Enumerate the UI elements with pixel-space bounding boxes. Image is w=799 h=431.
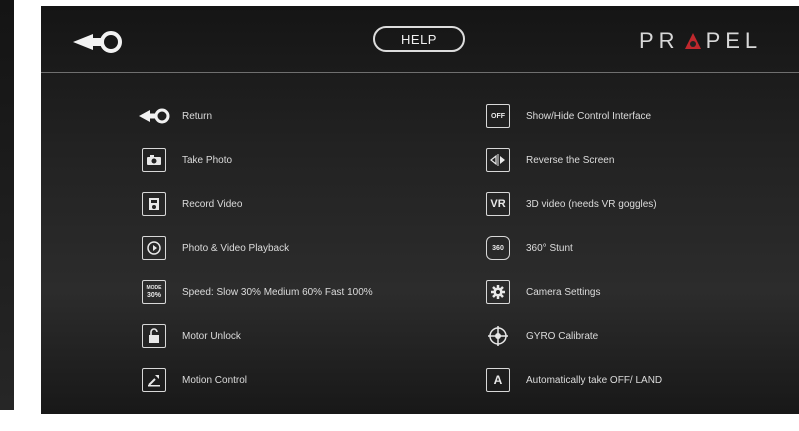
brand-text-start: PR bbox=[639, 28, 680, 53]
stunt-360-icon-text: 360 bbox=[492, 244, 504, 252]
legend-item-camera-settings[interactable]: Camera Settings bbox=[482, 270, 662, 314]
help-screen: HELP PR PEL Return Take Photo Record Vid… bbox=[41, 6, 799, 414]
vr-icon-wrap: VR bbox=[482, 191, 514, 217]
return-icon bbox=[73, 31, 122, 53]
legend-label: Take Photo bbox=[182, 154, 233, 166]
legend-item-motor-unlock[interactable]: Motor Unlock bbox=[138, 314, 373, 358]
reverse-screen-icon-wrap bbox=[482, 147, 514, 173]
legend-label: Show/Hide Control Interface bbox=[526, 110, 652, 122]
help-label: HELP bbox=[401, 31, 437, 47]
legend-label: Reverse the Screen bbox=[526, 154, 615, 166]
legend-label: Speed: Slow 30% Medium 60% Fast 100% bbox=[182, 286, 373, 298]
legend-label: 3D video (needs VR goggles) bbox=[526, 198, 657, 210]
return-icon bbox=[138, 103, 170, 129]
legend-item-speed[interactable]: MODE 30% Speed: Slow 30% Medium 60% Fast… bbox=[138, 270, 373, 314]
legend-label: 360° Stunt bbox=[526, 242, 573, 254]
record-video-icon bbox=[142, 192, 166, 216]
stunt-360-icon: 360 bbox=[486, 236, 510, 260]
right-legend-column: OFF Show/Hide Control Interface Reverse … bbox=[482, 94, 662, 402]
brand-emblem-icon bbox=[684, 33, 701, 49]
brand-logo: PR PEL bbox=[639, 28, 762, 54]
brand-text-end: PEL bbox=[705, 28, 763, 53]
record-video-icon-wrap bbox=[138, 191, 170, 217]
legend-label: Motor Unlock bbox=[182, 330, 241, 342]
camera-icon bbox=[142, 148, 166, 172]
gear-icon bbox=[486, 280, 510, 304]
legend-item-gyro[interactable]: GYRO Calibrate bbox=[482, 314, 662, 358]
legend-label: Return bbox=[182, 110, 213, 122]
camera-icon-wrap bbox=[138, 147, 170, 173]
off-icon-text: OFF bbox=[491, 112, 505, 120]
left-panel-edge bbox=[0, 0, 14, 410]
legend-item-reverse-screen[interactable]: Reverse the Screen bbox=[482, 138, 662, 182]
legend-item-360-stunt[interactable]: 360 360° Stunt bbox=[482, 226, 662, 270]
back-button[interactable] bbox=[71, 28, 131, 56]
legend-item-motion-control[interactable]: Motion Control bbox=[138, 358, 373, 402]
motion-control-icon-wrap bbox=[138, 367, 170, 393]
help-button[interactable]: HELP bbox=[373, 26, 465, 52]
legend-item-playback[interactable]: Photo & Video Playback bbox=[138, 226, 373, 270]
legend-item-return[interactable]: Return bbox=[138, 94, 373, 138]
legend-label: Record Video bbox=[182, 198, 243, 210]
header-divider bbox=[41, 72, 799, 73]
speed-icon: MODE 30% bbox=[142, 280, 166, 304]
lock-icon bbox=[142, 324, 166, 348]
legend-item-record-video[interactable]: Record Video bbox=[138, 182, 373, 226]
top-bar: HELP PR PEL bbox=[41, 6, 799, 72]
legend-label: Camera Settings bbox=[526, 286, 601, 298]
vr-icon: VR bbox=[486, 192, 510, 216]
takeoff-land-icon-text: A bbox=[493, 373, 503, 387]
legend-label: GYRO Calibrate bbox=[526, 330, 599, 342]
legend-label: Automatically take OFF/ LAND bbox=[526, 374, 663, 386]
playback-icon bbox=[142, 236, 166, 260]
speed-icon-top: MODE bbox=[146, 285, 162, 291]
legend-label: Photo & Video Playback bbox=[182, 242, 290, 254]
off-icon: OFF bbox=[486, 104, 510, 128]
takeoff-land-icon: A bbox=[486, 368, 510, 392]
motion-control-icon bbox=[142, 368, 166, 392]
speed-icon-value: 30% bbox=[146, 292, 161, 299]
legend-item-takeoff-land[interactable]: A Automatically take OFF/ LAND bbox=[482, 358, 662, 402]
gear-icon-wrap bbox=[482, 279, 514, 305]
legend-label: Motion Control bbox=[182, 374, 248, 386]
speed-icon-wrap: MODE 30% bbox=[138, 279, 170, 305]
vr-icon-text: VR bbox=[490, 198, 506, 210]
legend-item-show-hide[interactable]: OFF Show/Hide Control Interface bbox=[482, 94, 662, 138]
reverse-screen-icon bbox=[486, 148, 510, 172]
stunt-360-icon-wrap: 360 bbox=[482, 235, 514, 261]
gyro-icon bbox=[486, 324, 510, 348]
lock-icon-wrap bbox=[138, 323, 170, 349]
gyro-icon-wrap bbox=[482, 323, 514, 349]
playback-icon-wrap bbox=[138, 235, 170, 261]
off-icon-wrap: OFF bbox=[482, 103, 514, 129]
legend-item-take-photo[interactable]: Take Photo bbox=[138, 138, 373, 182]
left-legend-column: Return Take Photo Record Video Photo & V… bbox=[138, 94, 373, 402]
takeoff-land-icon-wrap: A bbox=[482, 367, 514, 393]
legend-item-vr[interactable]: VR 3D video (needs VR goggles) bbox=[482, 182, 662, 226]
